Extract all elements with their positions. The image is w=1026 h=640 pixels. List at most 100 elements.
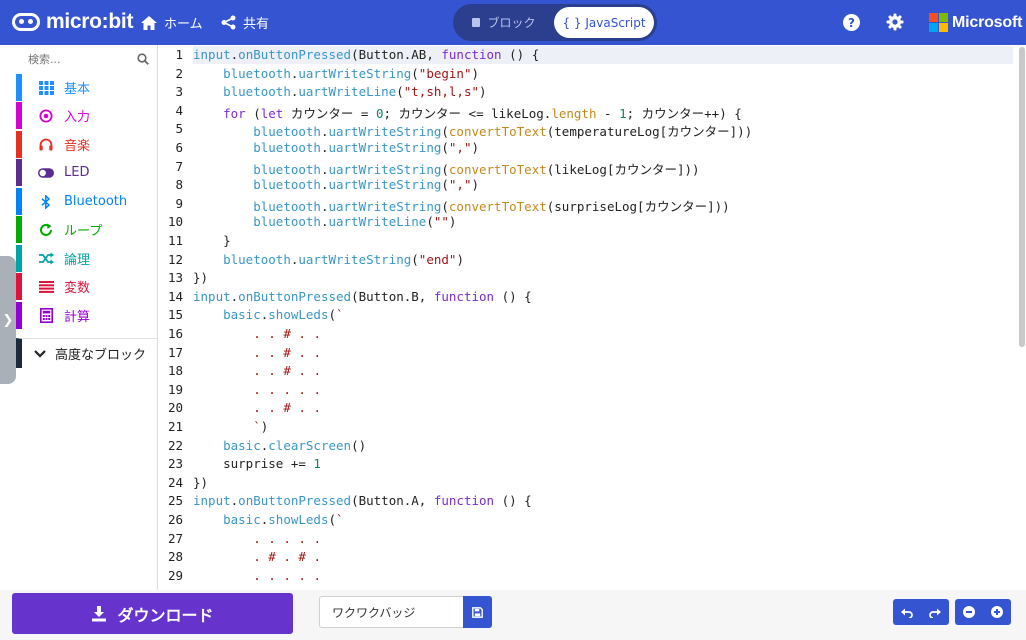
line-number: 17 [167, 344, 183, 360]
tab-blocks[interactable]: ブロック [456, 7, 552, 38]
line-number: 12 [167, 251, 183, 267]
toolbox-category-loops[interactable]: ループ [16, 216, 157, 243]
code-line[interactable]: . . # . . [193, 363, 321, 382]
code-line[interactable]: bluetooth.uartWriteLine("") [193, 214, 456, 233]
code-line[interactable]: . . . . . [193, 568, 321, 587]
search-input[interactable] [28, 53, 128, 66]
code-line[interactable]: bluetooth.uartWriteString(convertToText(… [193, 121, 752, 140]
code-line[interactable]: . # . # . [193, 549, 321, 568]
home-label: ホーム [164, 17, 203, 32]
code-line[interactable]: }) [193, 475, 208, 494]
code-line[interactable]: bluetooth.uartWriteLine("t,sh,l,s") [193, 84, 486, 103]
code-line[interactable]: basic.clearScreen() [193, 438, 366, 457]
undo-button[interactable] [893, 599, 921, 625]
code-line[interactable]: bluetooth.uartWriteString("end") [193, 252, 464, 271]
toolbox-advanced-toggle[interactable]: 高度なブロック [16, 338, 157, 368]
download-button[interactable]: ダウンロード [12, 593, 293, 634]
toolbox-category-led[interactable]: LED [16, 159, 157, 186]
toolbox-category-logic[interactable]: 論理 [16, 245, 157, 272]
code-line[interactable]: input.onButtonPressed(Button.A, function… [193, 493, 532, 512]
toolbox-category-label: 変数 [64, 281, 91, 296]
zoom-in-icon [991, 606, 1003, 618]
gear-icon[interactable] [886, 13, 904, 35]
toolbox-category-basic[interactable]: 基本 [16, 74, 157, 101]
logo-text: micro:bit [46, 10, 134, 33]
line-number: 14 [167, 288, 183, 304]
zoom-out-button[interactable] [955, 599, 983, 625]
code-line[interactable]: bluetooth.uartWriteString(convertToText(… [193, 196, 729, 215]
download-icon [91, 605, 107, 622]
bottom-toolbar: ダウンロード [0, 590, 1026, 640]
toolbox-category-label: 計算 [64, 310, 91, 325]
code-line[interactable]: surprise += 1 [193, 456, 321, 475]
toolbox-advanced-label: 高度なブロック [55, 348, 147, 363]
toolbox-search [16, 45, 157, 74]
search-icon[interactable] [137, 50, 149, 69]
editor-mode-toggle: ブロック { } JavaScript [453, 4, 657, 41]
code-line[interactable]: basic.showLeds(` [193, 512, 343, 531]
toolbox-category-label: 基本 [64, 82, 91, 97]
line-number: 11 [167, 233, 183, 248]
toolbox-category-label: 音楽 [64, 139, 91, 154]
save-button[interactable] [463, 596, 492, 628]
microsoft-label: Microsoft [952, 13, 1023, 31]
help-icon[interactable]: ? [843, 14, 860, 31]
code-line[interactable]: . . # . . [193, 326, 321, 345]
editor-scrollbar[interactable] [1019, 47, 1025, 347]
code-editor[interactable]: 1 2 3 4 5 6 7 8 9 10 11 12 13 14 15 16 1… [159, 45, 1026, 590]
project-name-input[interactable] [319, 596, 464, 628]
home-icon [141, 15, 157, 30]
line-number: 7 [175, 158, 183, 174]
line-number: 23 [167, 456, 183, 472]
code-line[interactable]: } [193, 233, 231, 252]
puzzle-icon [472, 18, 481, 27]
toolbox-category-label: Bluetooth [64, 194, 128, 209]
share-button[interactable]: 共有 [221, 13, 269, 32]
line-number: 6 [175, 140, 183, 155]
line-number: 15 [167, 307, 183, 323]
code-line[interactable]: . . # . . [193, 345, 321, 364]
bluetooth-icon [38, 194, 54, 210]
list-icon [38, 279, 54, 295]
code-line[interactable]: `) [193, 419, 268, 438]
line-number: 16 [167, 326, 183, 341]
toolbox-category-input[interactable]: 入力 [16, 102, 157, 129]
simulator-expand-handle[interactable]: ❯ [0, 256, 16, 384]
code-line[interactable]: basic.showLeds(` [193, 307, 343, 326]
toolbox-category-variables[interactable]: 変数 [16, 273, 157, 300]
line-number: 25 [167, 493, 183, 509]
line-number: 4 [175, 102, 183, 118]
code-line[interactable]: bluetooth.uartWriteString(",") [193, 177, 479, 196]
code-line[interactable]: input.onButtonPressed(Button.AB, functio… [193, 47, 539, 66]
code-line[interactable]: . . # . . [193, 400, 321, 419]
home-button[interactable]: ホーム [141, 13, 203, 32]
loop-icon [38, 222, 54, 238]
code-line[interactable]: bluetooth.uartWriteString(convertToText(… [193, 159, 699, 178]
code-line[interactable]: }) [193, 270, 208, 289]
target-icon [38, 108, 54, 124]
toolbox-category-math[interactable]: 計算 [16, 302, 157, 329]
zoom-in-button[interactable] [983, 599, 1011, 625]
line-number: 5 [175, 121, 183, 137]
code-line[interactable]: input.onButtonPressed(Button.B, function… [193, 289, 532, 308]
line-number-gutter: 1 2 3 4 5 6 7 8 9 10 11 12 13 14 15 16 1… [159, 45, 189, 590]
code-line[interactable]: . . . . . [193, 531, 321, 550]
line-number: 20 [167, 400, 183, 416]
tab-javascript[interactable]: { } JavaScript [554, 7, 654, 38]
code-line[interactable]: bluetooth.uartWriteString("begin") [193, 66, 479, 85]
toolbox-category-label: 論理 [64, 253, 91, 268]
microsoft-logo[interactable]: Microsoft [929, 13, 1022, 32]
download-label: ダウンロード [117, 605, 214, 625]
line-number: 26 [167, 512, 183, 527]
redo-button[interactable] [921, 599, 949, 625]
code-line[interactable]: bluetooth.uartWriteString(",") [193, 140, 479, 159]
code-line[interactable]: . . . . . [193, 382, 321, 401]
toolbox-category-music[interactable]: 音楽 [16, 131, 157, 158]
headphones-icon [38, 137, 54, 153]
line-number: 18 [167, 363, 183, 379]
microbit-logo[interactable]: micro:bit [12, 10, 133, 34]
undo-icon [901, 603, 913, 622]
chevron-right-icon: ❯ [2, 312, 14, 328]
code-line[interactable]: for (let カウンター = 0; カウンター <= likeLog.len… [193, 103, 742, 122]
toolbox-category-bluetooth[interactable]: Bluetooth [16, 188, 157, 215]
